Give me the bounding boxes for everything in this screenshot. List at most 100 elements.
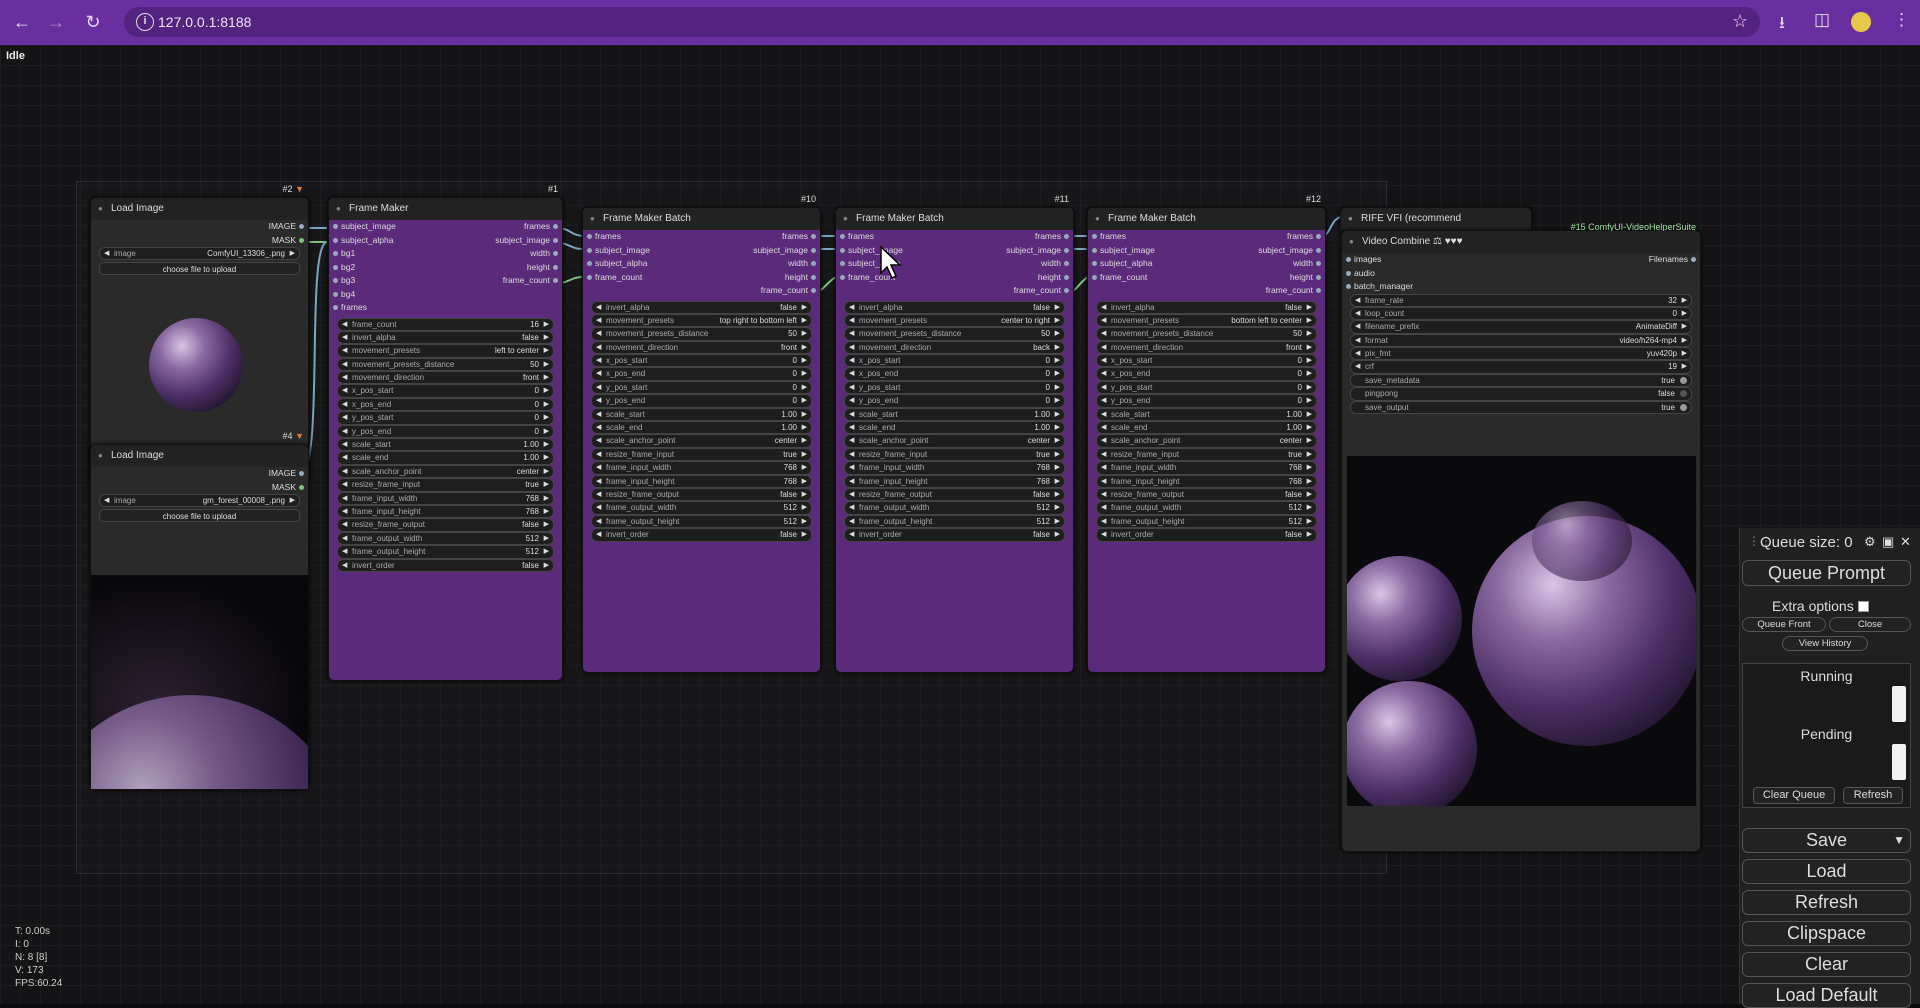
node-title[interactable]: Frame Maker Batch: [1088, 208, 1325, 230]
widget-frame-output-height[interactable]: ◀ frame_output_height 512 ▶: [591, 514, 812, 529]
widget-frame-input-height[interactable]: ◀ frame_input_height 768 ▶: [591, 474, 812, 488]
input-slot[interactable]: [840, 247, 845, 253]
node-title[interactable]: RIFE VFI (recommend: [1341, 208, 1531, 230]
node-title[interactable]: Load Image: [91, 445, 308, 467]
node-title[interactable]: Video Combine ⚖ ♥♥♥: [1342, 231, 1700, 253]
widget-x-pos-end[interactable]: ◀ x_pos_end 0 ▶: [1096, 367, 1317, 381]
output-slot[interactable]: [1064, 274, 1069, 280]
node-title[interactable]: Frame Maker Batch: [836, 208, 1073, 230]
widget-loop-count[interactable]: ◀ loop_count 0 ▶: [1350, 306, 1692, 321]
widget-x-pos-start[interactable]: ◀ x_pos_start 0 ▶: [337, 384, 554, 398]
output-slot[interactable]: [553, 264, 558, 270]
widget-invert-alpha[interactable]: ◀ invert_alpha false ▶: [844, 300, 1065, 314]
widget-resize-frame-output[interactable]: ◀ resize_frame_output false ▶: [591, 487, 812, 502]
widget-frame-output-height[interactable]: ◀ frame_output_height 512 ▶: [337, 545, 554, 559]
refresh-button[interactable]: Refresh: [1742, 890, 1911, 915]
settings-gear-icon[interactable]: ⚙: [1864, 534, 1876, 550]
queue-front-button[interactable]: Queue Front: [1742, 617, 1826, 632]
widget-frame-input-height[interactable]: ◀ frame_input_height 768 ▶: [337, 504, 554, 519]
widget-resize-frame-input[interactable]: ◀ resize_frame_input true ▶: [591, 447, 812, 462]
widget-y-pos-start[interactable]: ◀ y_pos_start 0 ▶: [337, 411, 554, 425]
running-scrollbar[interactable]: [1892, 686, 1906, 722]
widget-x-pos-end[interactable]: ◀ x_pos_end 0 ▶: [337, 397, 554, 412]
widget-movement-presets[interactable]: ◀ movement_presets left to center ▶: [337, 344, 554, 358]
widget-resize-frame-output[interactable]: ◀ resize_frame_output false ▶: [1096, 487, 1317, 502]
image-combo[interactable]: ◀ image ComfyUI_13306_.png ▶: [99, 247, 300, 261]
widget-save-metadata[interactable]: save_metadata true: [1350, 373, 1692, 388]
output-slot[interactable]: [811, 274, 816, 280]
output-slot[interactable]: [553, 237, 558, 243]
widget-movement-presets-distance[interactable]: ◀ movement_presets_distance 50 ▶: [1096, 327, 1317, 341]
widget-scale-start[interactable]: ◀ scale_start 1.00 ▶: [337, 438, 554, 452]
widget-movement-direction[interactable]: ◀ movement_direction back ▶: [844, 340, 1065, 355]
widget-resize-frame-output[interactable]: ◀ resize_frame_output false ▶: [337, 518, 554, 532]
widget-scale-anchor-point[interactable]: ◀ scale_anchor_point center ▶: [1096, 434, 1317, 448]
widget-movement-presets[interactable]: ◀ movement_presets bottom left to center ▶: [1096, 313, 1317, 328]
input-slot[interactable]: [1092, 234, 1097, 239]
widget-scale-end[interactable]: ◀ scale_end 1.00 ▶: [1096, 421, 1317, 435]
widget-scale-anchor-point[interactable]: ◀ scale_anchor_point center ▶: [844, 434, 1065, 448]
input-slot[interactable]: [333, 305, 338, 310]
widget-pix-fmt[interactable]: ◀ pix_fmt yuv420p ▶: [1350, 347, 1692, 361]
input-slot[interactable]: [587, 261, 592, 266]
save-dropdown-icon[interactable]: ▼: [1893, 829, 1905, 852]
input-slot[interactable]: [840, 261, 845, 266]
output-slot[interactable]: [1316, 288, 1321, 293]
widget-invert-alpha[interactable]: ◀ invert_alpha false ▶: [591, 300, 812, 314]
download-icon[interactable]: ⭳: [1779, 10, 1785, 39]
widget-frame-output-height[interactable]: ◀ frame_output_height 512 ▶: [844, 514, 1065, 529]
toggle-icon[interactable]: [1680, 390, 1687, 398]
widget-frame-input-width[interactable]: ◀ frame_input_width 768 ▶: [1096, 461, 1317, 475]
rife-vfi-node[interactable]: RIFE VFI (recommend: [1340, 207, 1532, 231]
output-slot[interactable]: [1316, 247, 1321, 253]
widget-invert-order[interactable]: ◀ invert_order false ▶: [337, 558, 554, 572]
widget-movement-direction[interactable]: ◀ movement_direction front ▶: [337, 371, 554, 385]
widget-scale-end[interactable]: ◀ scale_end 1.00 ▶: [591, 421, 812, 435]
widget-frame-rate[interactable]: ◀ frame_rate 32 ▶: [1350, 293, 1692, 307]
widget-resize-frame-output[interactable]: ◀ resize_frame_output false ▶: [844, 487, 1065, 502]
widget-resize-frame-input[interactable]: ◀ resize_frame_input true ▶: [337, 478, 554, 492]
video-combine-node[interactable]: #15 ComfyUI-VideoHelperSuite Video Combi…: [1341, 222, 1701, 852]
input-slot[interactable]: [333, 264, 338, 270]
widget-x-pos-start[interactable]: ◀ x_pos_start 0 ▶: [844, 354, 1065, 368]
view-history-button[interactable]: View History: [1782, 636, 1868, 651]
output-slot[interactable]: [811, 247, 816, 253]
widget-format[interactable]: ◀ format video/h264-mp4 ▶: [1350, 333, 1692, 348]
pending-scrollbar[interactable]: [1892, 744, 1906, 780]
input-slot[interactable]: [840, 274, 845, 280]
widget-pingpong[interactable]: pingpong false: [1350, 387, 1692, 401]
widget-invert-alpha[interactable]: ◀ invert_alpha false ▶: [337, 330, 554, 345]
output-slot[interactable]: [811, 261, 816, 266]
widget-movement-direction[interactable]: ◀ movement_direction front ▶: [591, 340, 812, 355]
input-slot[interactable]: [587, 247, 592, 253]
graph-canvas[interactable]: Idle #2 ▼ Load Image IMAGE MASK ◀imageCo…: [0, 45, 1920, 1004]
frame-maker-batch-node-10[interactable]: #10 Frame Maker Batchframes frames subject_…: [582, 194, 821, 673]
frame-maker-batch-node-11[interactable]: #11 Frame Maker Batchframes frames subject_…: [835, 194, 1074, 673]
widget-movement-presets-distance[interactable]: ◀ movement_presets_distance 50 ▶: [591, 327, 812, 341]
queue-prompt-button[interactable]: Queue Prompt: [1742, 560, 1911, 586]
widget-frame-input-width[interactable]: ◀ frame_input_width 768 ▶: [591, 461, 812, 475]
input-slot[interactable]: [1092, 274, 1097, 280]
widget-invert-order[interactable]: ◀ invert_order false ▶: [1096, 528, 1317, 542]
widget-y-pos-end[interactable]: ◀ y_pos_end 0 ▶: [844, 394, 1065, 408]
widget-movement-presets[interactable]: ◀ movement_presets center to right ▶: [844, 313, 1065, 328]
output-slot[interactable]: [1064, 261, 1069, 266]
widget-y-pos-end[interactable]: ◀ y_pos_end 0 ▶: [1096, 394, 1317, 408]
widget-save-output[interactable]: save_output true: [1350, 400, 1692, 415]
input-slot[interactable]: [333, 224, 338, 229]
widget-y-pos-start[interactable]: ◀ y_pos_start 0 ▶: [1096, 380, 1317, 395]
input-slot[interactable]: [333, 251, 338, 256]
widget-resize-frame-input[interactable]: ◀ resize_frame_input true ▶: [844, 447, 1065, 462]
output-slot[interactable]: [1064, 234, 1069, 239]
widget-frame-output-height[interactable]: ◀ frame_output_height 512 ▶: [1096, 514, 1317, 529]
output-slot[interactable]: [1064, 247, 1069, 253]
widget-frame-output-width[interactable]: ◀ frame_output_width 512 ▶: [844, 501, 1065, 515]
widget-frame-input-height[interactable]: ◀ frame_input_height 768 ▶: [1096, 474, 1317, 488]
widget-scale-start[interactable]: ◀ scale_start 1.00 ▶: [1096, 407, 1317, 422]
load-image-node-4[interactable]: #4 ▼ Load Image IMAGE MASK ◀imagegm_fore…: [90, 431, 309, 790]
input-slot[interactable]: [333, 278, 338, 283]
widget-x-pos-start[interactable]: ◀ x_pos_start 0 ▶: [1096, 354, 1317, 368]
widget-y-pos-end[interactable]: ◀ y_pos_end 0 ▶: [591, 394, 812, 408]
widget-frame-output-width[interactable]: ◀ frame_output_width 512 ▶: [337, 531, 554, 546]
image-feed-icon[interactable]: ▣: [1882, 534, 1894, 550]
